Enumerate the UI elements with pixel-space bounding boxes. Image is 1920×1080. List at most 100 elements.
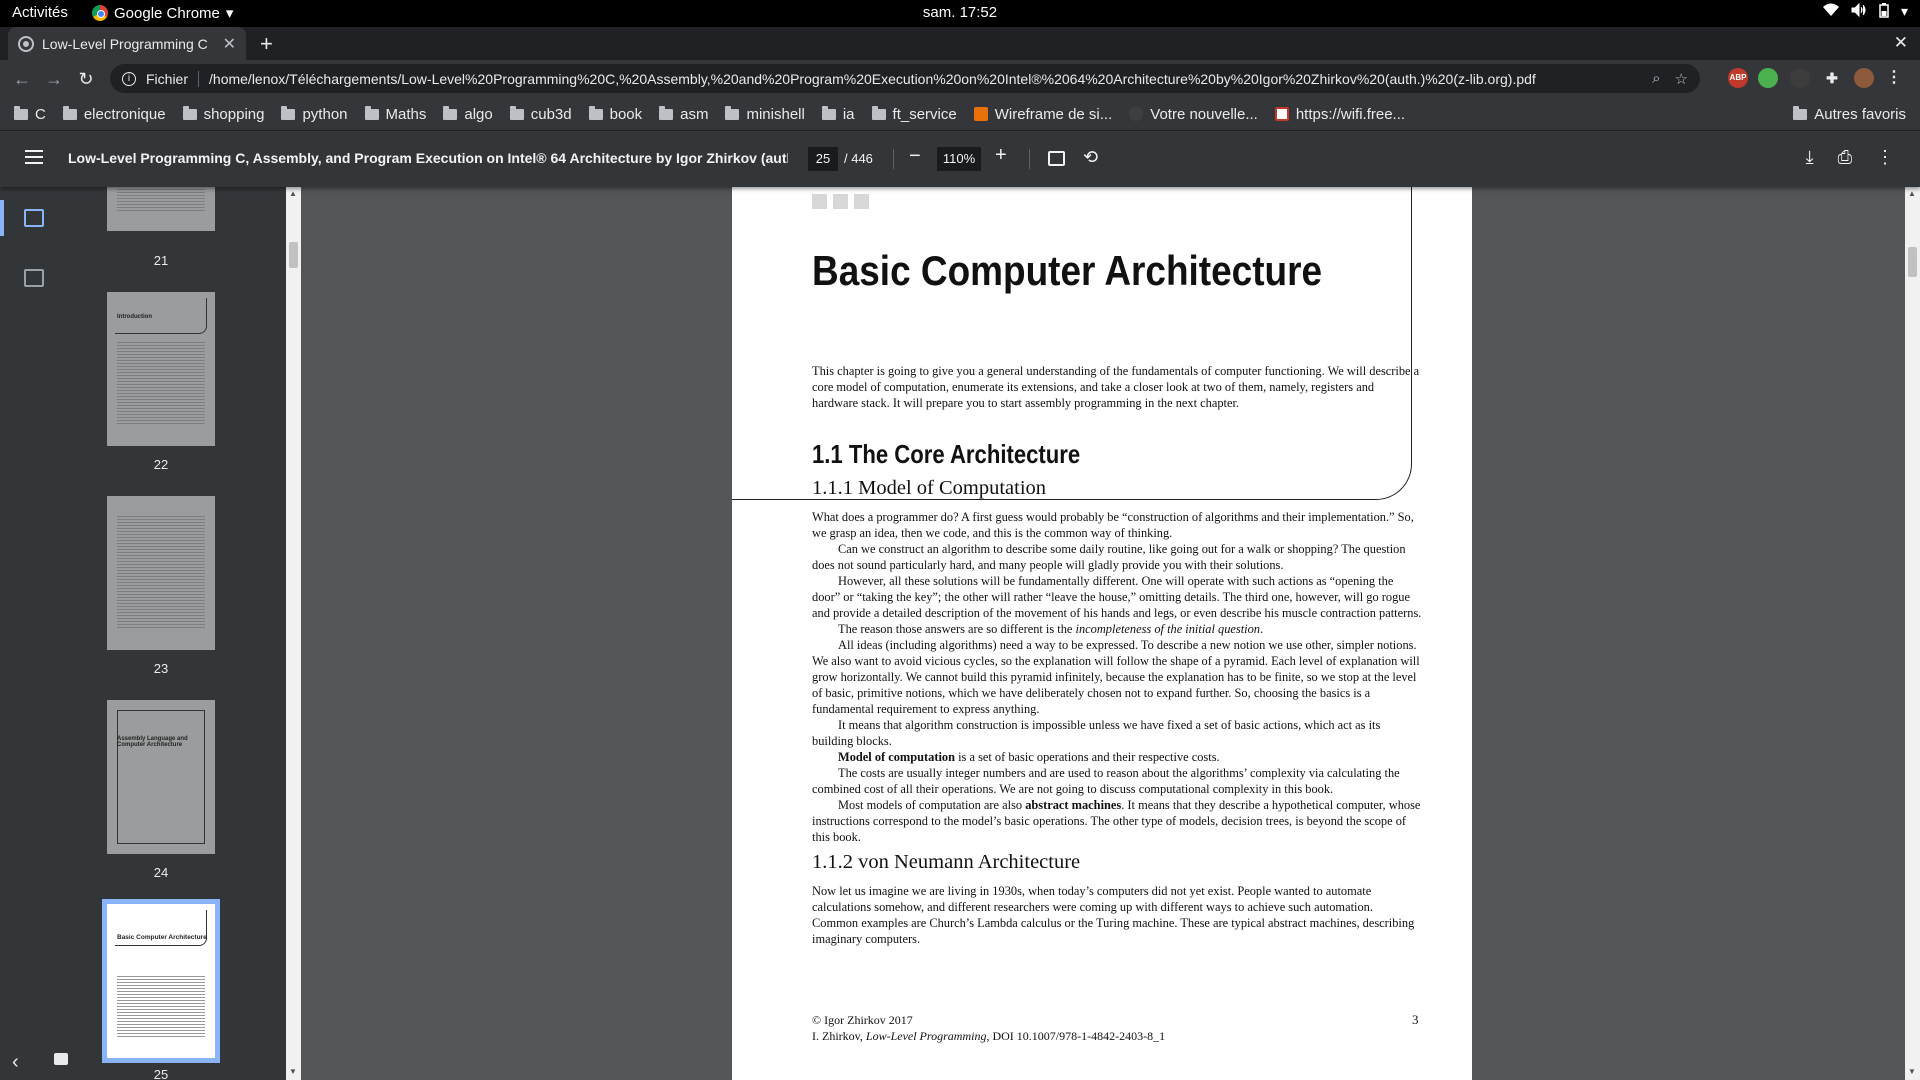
thumbnail-page-number: 25 xyxy=(153,1067,169,1080)
new-tab-button[interactable]: + xyxy=(260,31,273,57)
drive-icon[interactable] xyxy=(54,1053,68,1065)
paragraph: What does a programmer do? A first guess… xyxy=(812,510,1414,540)
print-icon[interactable]: ⎙ xyxy=(1838,147,1852,168)
profile-avatar[interactable] xyxy=(1854,68,1874,88)
document-title: Low-Level Programming C, Assembly, and P… xyxy=(68,150,788,166)
outline-view-icon[interactable] xyxy=(24,269,44,287)
adblock-extension-icon[interactable]: ABP xyxy=(1728,68,1748,88)
bookmark-folder[interactable]: book xyxy=(588,105,642,123)
url-text[interactable]: /home/lenox/Téléchargements/Low-Level%20… xyxy=(209,71,1638,87)
system-tray[interactable]: ▾ xyxy=(1822,2,1908,21)
bookmark-folder[interactable]: algo xyxy=(443,105,493,123)
activities-button[interactable]: Activités xyxy=(12,4,68,21)
toolbar-divider xyxy=(1029,149,1030,169)
pdf-favicon-icon xyxy=(18,35,34,52)
forward-arrow-icon[interactable]: → xyxy=(38,69,70,90)
scroll-up-arrow-icon[interactable]: ▲ xyxy=(1908,189,1916,198)
bookmark-folder[interactable]: Maths xyxy=(364,105,426,123)
bookmark-star-icon[interactable]: ☆ xyxy=(1675,70,1688,88)
rotate-icon[interactable]: ⟲ xyxy=(1083,147,1098,168)
bookmark-link[interactable]: https://wifi.free... xyxy=(1274,106,1405,123)
folder-icon xyxy=(509,105,524,120)
bookmark-link[interactable]: Votre nouvelle... xyxy=(1129,106,1258,123)
chapter-title: Basic Computer Architecture xyxy=(812,247,1323,294)
subsection-heading: 1.1.1 Model of Computation xyxy=(812,477,1047,499)
definition-paragraph: Model of computation is a set of basic o… xyxy=(838,750,1220,764)
folder-icon xyxy=(821,105,836,120)
page-thumbnail-selected[interactable]: Basic Computer Architecture xyxy=(102,899,220,1063)
folder-icon xyxy=(725,105,740,120)
paragraph: However, all these solutions will be fun… xyxy=(812,574,1422,620)
bookmark-folder[interactable]: ft_service xyxy=(871,105,957,123)
more-options-icon[interactable]: ⋮ xyxy=(1876,147,1894,168)
thumbnails-view-icon[interactable] xyxy=(24,209,44,227)
page-number-input[interactable]: 25 xyxy=(808,147,838,171)
scrollbar-thumb[interactable] xyxy=(1908,247,1917,277)
zoom-out-button[interactable]: − xyxy=(909,145,921,168)
site-info-icon[interactable]: i xyxy=(122,71,136,86)
bookmark-folder[interactable]: python xyxy=(281,105,348,123)
free-favicon-icon xyxy=(1274,107,1289,121)
download-icon[interactable]: ⤓ xyxy=(1806,147,1814,168)
bookmark-folder[interactable]: cub3d xyxy=(509,105,572,123)
other-bookmarks-folder[interactable]: Autres favoris xyxy=(1793,106,1906,123)
page-thumbnail[interactable]: Introduction xyxy=(107,292,215,446)
folder-icon xyxy=(588,105,603,120)
bookmark-folder[interactable]: minishell xyxy=(725,105,805,123)
bookmark-folder[interactable]: shopping xyxy=(182,105,264,123)
page-thumbnail[interactable] xyxy=(107,496,215,650)
globe-favicon-icon xyxy=(1129,107,1144,121)
zoom-level-input[interactable]: 110% xyxy=(937,147,981,171)
fit-to-page-icon[interactable] xyxy=(1048,151,1065,166)
dark-extension-icon[interactable] xyxy=(1790,68,1810,88)
pdf-page: Basic Computer Architecture This chapter… xyxy=(732,187,1472,1080)
browser-tab[interactable]: Low-Level Programming C ✕ xyxy=(8,27,246,60)
system-top-bar: Activités Google Chrome ▾ sam. 17:52 ▾ xyxy=(0,0,1920,27)
section-heading: 1.1 The Core Architecture xyxy=(812,439,1081,469)
section-body: Now let us imagine we are living in 1930… xyxy=(812,883,1422,947)
folder-icon xyxy=(14,105,28,120)
window-close-button[interactable]: ✕ xyxy=(1894,33,1908,53)
bookmark-folder[interactable]: ia xyxy=(821,105,855,123)
thumbnails-scrollbar[interactable]: ▲ ▼ xyxy=(286,187,301,1080)
tab-strip: Low-Level Programming C ✕ + ✕ xyxy=(0,27,1920,60)
reload-icon[interactable]: ↻ xyxy=(70,69,102,90)
folder-icon xyxy=(281,105,296,120)
scroll-down-arrow-icon[interactable]: ▼ xyxy=(1908,1067,1916,1076)
extensions-puzzle-icon[interactable]: ✚ xyxy=(1822,68,1842,88)
zoom-search-icon[interactable]: ⌕ xyxy=(1652,70,1660,87)
bookmark-folder[interactable]: asm xyxy=(659,105,708,123)
bookmark-link[interactable]: Wireframe de si... xyxy=(973,106,1112,123)
back-arrow-icon[interactable]: ← xyxy=(6,69,38,90)
document-scrollbar[interactable]: ▲ ▼ xyxy=(1905,187,1920,1080)
paragraph: The costs are usually integer numbers an… xyxy=(812,766,1400,796)
pdf-actions: ⤓ ⎙ ⋮ xyxy=(1806,147,1894,168)
chrome-menu-icon[interactable]: ⋮ xyxy=(1884,68,1904,88)
scroll-down-arrow-icon[interactable]: ▼ xyxy=(289,1067,297,1076)
bookmark-folder[interactable]: C xyxy=(14,105,46,123)
system-clock[interactable]: sam. 17:52 xyxy=(0,4,1920,21)
copyright-line: © Igor Zhirkov 2017 xyxy=(812,1013,913,1027)
bookmark-folder[interactable]: electronique xyxy=(62,105,166,123)
thumbnail-page-number: 24 xyxy=(153,865,169,880)
page-total-label: / 446 xyxy=(844,151,873,166)
tab-close-icon[interactable]: ✕ xyxy=(223,34,236,54)
citation-line: I. Zhirkov, Low-Level Programming, DOI 1… xyxy=(812,1029,1166,1043)
chrome-icon xyxy=(92,5,108,21)
folder-icon xyxy=(871,105,886,120)
caret-down-icon: ▾ xyxy=(225,5,234,22)
page-thumbnail[interactable] xyxy=(107,187,215,231)
app-menu[interactable]: Google Chrome ▾ xyxy=(92,4,233,22)
paragraph: Now let us imagine we are living in 1930… xyxy=(812,884,1415,946)
thumbnail-page-number: 21 xyxy=(153,253,169,268)
scroll-up-arrow-icon[interactable]: ▲ xyxy=(289,189,297,198)
collapse-sidebar-icon[interactable]: ‹ xyxy=(12,1051,19,1074)
page-thumbnail[interactable]: Assembly Language and Computer Architect… xyxy=(107,700,215,854)
scrollbar-thumb[interactable] xyxy=(289,242,298,268)
paragraph: Can we construct an algorithm to describ… xyxy=(812,542,1406,572)
folder-icon xyxy=(182,105,197,120)
sidebar-menu-icon[interactable] xyxy=(25,150,43,164)
zoom-in-button[interactable]: + xyxy=(995,144,1007,167)
address-bar[interactable]: i Fichier /home/lenox/Téléchargements/Lo… xyxy=(110,64,1700,93)
green-extension-icon[interactable] xyxy=(1758,68,1778,88)
